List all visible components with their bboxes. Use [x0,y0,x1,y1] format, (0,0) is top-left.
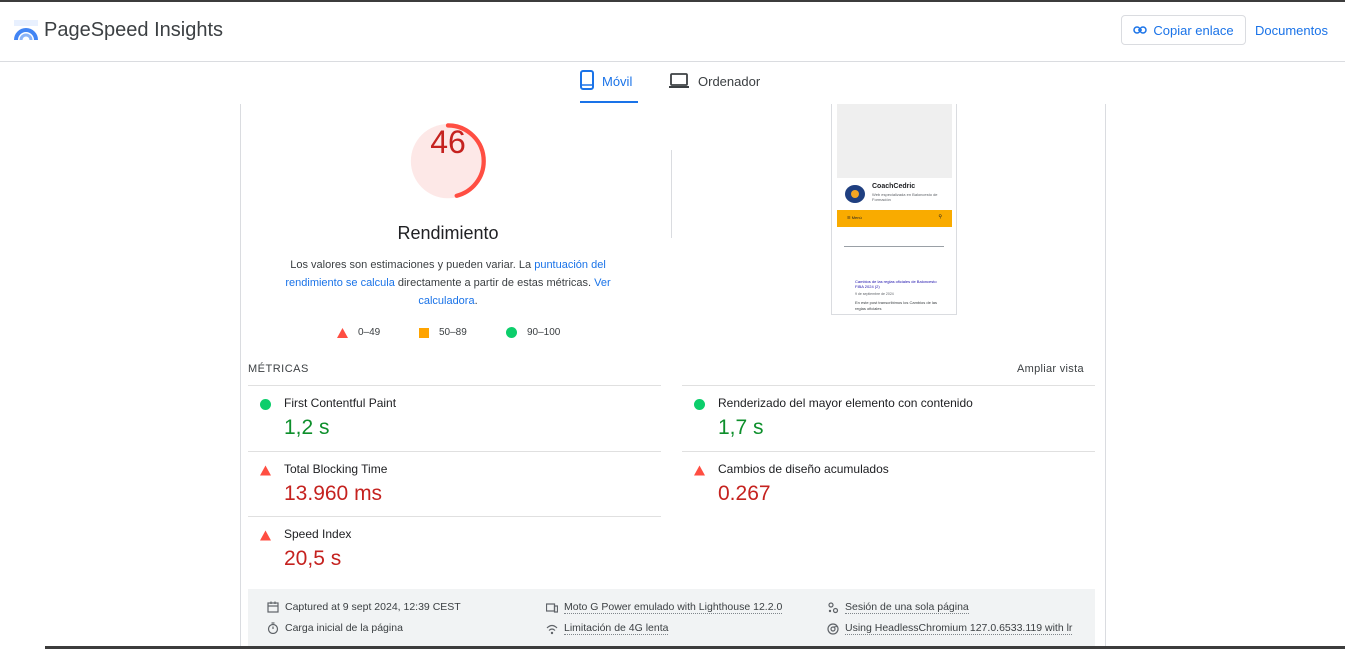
circle-icon [506,327,517,338]
docs-link[interactable]: Documentos [1255,23,1328,38]
metrics-section-title: MÉTRICAS [248,363,309,375]
square-icon [419,327,429,338]
tab-mobile[interactable]: Móvil [580,70,638,103]
screenshot-post-excerpt: En este post transcribimos los Cambios d… [855,300,938,311]
env-page-load: Carga inicial de la página [267,622,403,634]
screenshot-tagline: Web especializada en Baloncesto de Forma… [872,192,938,202]
performance-description: Los valores son estimaciones y pueden va… [278,256,618,310]
link-icon [1133,26,1148,34]
metric-value: 0.267 [718,482,771,505]
screenshot-brand: CoachCedric [872,183,916,190]
metric-value: 20,5 s [284,547,342,570]
legend-pass: 90–100 [506,327,560,338]
screenshot-post-date: 9 de septiembre de 2024 [855,292,894,296]
expand-view-toggle[interactable]: Ampliar vista [1017,363,1084,375]
tab-desktop-label: Ordenador [698,74,761,89]
env-network: Limitación de 4G lenta [546,622,669,635]
legend-fail: 0–49 [337,327,380,338]
final-screenshot[interactable]: CoachCedric Web especializada en Balonce… [831,104,957,315]
screenshot-menu-label: ☰ Menú [847,215,862,220]
performance-score: 46 [430,124,466,160]
metric-lcp: Renderizado del mayor elemento con conte… [682,385,1095,451]
metric-value: 1,2 s [284,416,330,439]
fail-triangle-icon [260,465,271,476]
tab-mobile-label: Móvil [602,74,633,89]
phone-icon [580,70,594,90]
metric-name: Total Blocking Time [284,462,388,476]
metric-value: 1,7 s [718,416,764,439]
timer-icon [267,622,279,634]
site-logo-icon [845,185,865,203]
triangle-icon [337,327,348,338]
fail-triangle-icon [694,465,705,476]
device-icon [546,602,558,613]
env-text: Carga inicial de la página [285,622,403,634]
metric-name: Speed Index [284,527,352,541]
tab-desktop[interactable]: Ordenador [668,70,768,102]
env-text[interactable]: Moto G Power emulado with Lighthouse 12.… [564,601,783,614]
screenshot-placeholder-area [837,104,952,178]
env-text[interactable]: Sesión de una sola página [845,601,969,614]
desc-text-1: Los valores son estimaciones y pueden va… [290,259,535,271]
legend-average-label: 50–89 [439,327,467,338]
chrome-icon [827,622,839,635]
metric-name: Cambios de diseño acumulados [718,462,889,476]
users-icon [828,601,839,613]
fail-triangle-icon [260,530,271,541]
metric-cls: Cambios de diseño acumulados 0.267 [682,451,1095,517]
metric-tbt: Total Blocking Time 13.960 ms [248,451,661,517]
env-capture-time: Captured at 9 sept 2024, 12:39 CEST [267,601,461,613]
top-app-bar: PageSpeed Insights Copiar enlace Documen… [0,2,1345,62]
legend-pass-label: 90–100 [527,327,561,338]
performance-title: Rendimiento [397,223,499,243]
pagespeed-logo-icon[interactable] [14,20,38,42]
desc-text-2: directamente a partir de estas métricas. [394,277,595,289]
calendar-icon [267,601,279,613]
search-icon: ⚲ [938,214,942,220]
device-tabs: Móvil Ordenador [0,62,1345,104]
network-icon [546,624,558,634]
screenshot-post-title: Cambios de las reglas oficiales de Balon… [855,279,937,289]
screenshot-menu-bar: ☰ Menú ⚲ [837,210,952,227]
env-text: Captured at 9 sept 2024, 12:39 CEST [285,601,461,613]
legend-fail-label: 0–49 [358,327,381,338]
env-text[interactable]: Using HeadlessChromium 127.0.6533.119 wi… [845,622,1073,635]
pass-circle-icon [694,399,705,410]
vertical-divider [671,150,672,238]
metric-value: 13.960 ms [284,482,383,505]
metric-name: First Contentful Paint [284,396,397,410]
pass-circle-icon [260,399,271,410]
tab-selected-indicator [580,101,638,103]
env-text[interactable]: Limitación de 4G lenta [564,622,669,635]
desc-text-3: . [474,295,478,307]
copy-link-label: Copiar enlace [1153,22,1234,38]
app-title[interactable]: PageSpeed Insights [44,19,223,42]
metric-name: Renderizado del mayor elemento con conte… [718,396,973,410]
screenshot-divider [844,246,944,247]
legend-average: 50–89 [419,327,467,338]
runtime-settings: Captured at 9 sept 2024, 12:39 CEST Moto… [248,589,1095,649]
copy-link-button[interactable]: Copiar enlace [1121,15,1246,45]
env-session: Sesión de una sola página [827,601,969,614]
env-browser: Using HeadlessChromium 127.0.6533.119 wi… [827,622,1073,635]
metric-si: Speed Index 20,5 s [248,516,661,582]
metric-fcp: First Contentful Paint 1,2 s [248,385,661,451]
laptop-icon [669,73,689,88]
env-device: Moto G Power emulado with Lighthouse 12.… [546,601,783,614]
